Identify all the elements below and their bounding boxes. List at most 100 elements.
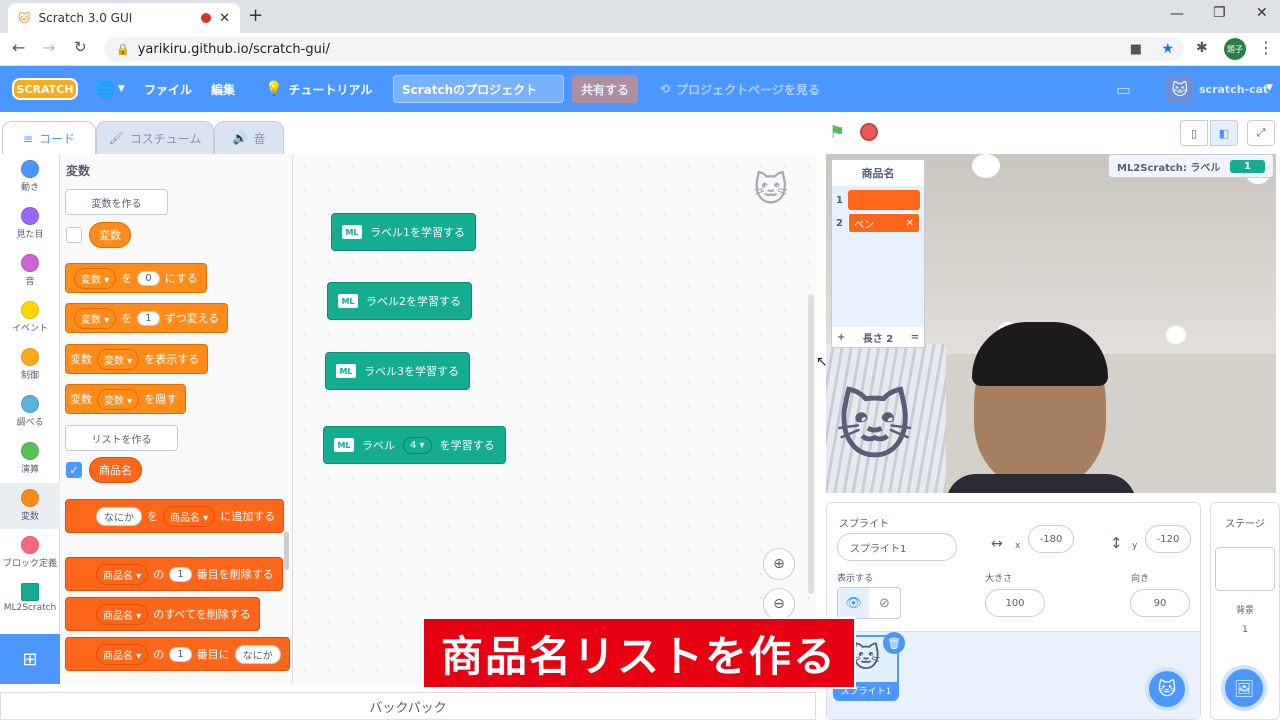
hide-sprite-eye-slash-icon[interactable]: ⊘ — [869, 588, 900, 618]
green-flag-icon[interactable]: ⚑ — [829, 122, 845, 143]
large-stage-button[interactable]: ◧ — [1210, 120, 1238, 146]
bookmark-star-icon[interactable]: ★ — [1161, 41, 1174, 57]
variable-reporter[interactable]: 変数 — [89, 222, 131, 248]
category-10[interactable]: ML2Scratch — [0, 577, 60, 623]
show-variable-block[interactable]: 変数 変数 ▾ を表示する — [65, 344, 209, 374]
maximize-icon[interactable]: ❐ — [1213, 5, 1226, 21]
insert-list-item-block[interactable]: 商品名 ▾ の 1 番目に なにか — [65, 637, 290, 671]
forward-icon[interactable]: → — [42, 38, 55, 57]
category-7[interactable]: 演算 — [0, 436, 60, 482]
add-backdrop-button[interactable]: 🖼 — [1221, 665, 1267, 711]
make-variable-button[interactable]: 変数を作る — [65, 189, 168, 215]
tab-costume[interactable]: 🖌 コスチューム — [96, 121, 214, 155]
delete-all-list-block[interactable]: 商品名 ▾ のすべてを削除する — [65, 597, 260, 631]
remove-item-icon[interactable]: ✕ — [906, 218, 914, 229]
language-menu[interactable]: 🌐 ▼ — [96, 66, 125, 112]
set-variable-block[interactable]: 変数 ▾ を 0 にする — [65, 263, 207, 293]
delete-list-dropdown[interactable]: 商品名 ▾ — [96, 563, 149, 585]
close-tab-icon[interactable]: ✕ — [219, 11, 230, 26]
label-monitor[interactable]: ML2Scratch: ラベル 1 — [1108, 154, 1274, 178]
username[interactable]: scratch-cat — [1199, 66, 1268, 112]
set-value-input[interactable]: 0 — [137, 270, 160, 286]
user-menu-chevron-down-icon[interactable]: ▼ — [1266, 83, 1273, 93]
hide-variable-dropdown[interactable]: 変数 ▾ — [97, 388, 140, 410]
add-extension-button[interactable]: ⊞ — [0, 634, 60, 684]
stage-thumbnail[interactable] — [1215, 547, 1275, 591]
tab-code[interactable]: ≡ コード — [2, 121, 96, 155]
learn-label-3-block[interactable]: ML ラベル3を学習する — [325, 352, 470, 390]
stop-icon[interactable] — [860, 123, 878, 141]
profile-avatar[interactable]: 題子 — [1224, 38, 1246, 60]
add-sprite-button[interactable]: 🐱 — [1145, 667, 1189, 711]
edit-menu[interactable]: 編集 — [211, 66, 235, 112]
share-button[interactable]: 共有する — [572, 75, 638, 103]
minimize-icon[interactable]: — — [1170, 6, 1184, 22]
user-avatar[interactable]: 🐱 — [1166, 75, 1194, 103]
camera-icon[interactable]: ■ — [1130, 42, 1142, 57]
y-input[interactable]: -120 — [1145, 525, 1191, 553]
category-5[interactable]: 制御 — [0, 342, 60, 388]
show-variable-dropdown[interactable]: 変数 ▾ — [97, 348, 140, 370]
extensions-icon[interactable]: ✱ — [1196, 40, 1208, 56]
add-to-list-block[interactable]: なにか を 商品名 ▾ に追加する — [65, 499, 285, 533]
scratch-logo[interactable]: SCRATCH — [12, 78, 78, 100]
browser-menu-icon[interactable]: ⋮ — [1258, 38, 1274, 57]
set-variable-dropdown[interactable]: 変数 ▾ — [74, 267, 117, 289]
category-6[interactable]: 調べる — [0, 389, 60, 435]
list-add-button[interactable]: + — [837, 332, 845, 343]
category-3[interactable]: 音 — [0, 248, 60, 294]
list-monitor[interactable]: 商品名 1 2 ペン ✕ + 長さ 2 = — [831, 159, 925, 348]
delete-all-list-dropdown[interactable]: 商品名 ▾ — [96, 603, 149, 625]
list-item-editing[interactable]: ペン ✕ — [848, 213, 920, 233]
delete-list-item-block[interactable]: 商品名 ▾ の 1 番目を削除する — [65, 557, 283, 591]
my-stuff-folder-icon[interactable]: ▭ — [1116, 80, 1131, 99]
address-bar[interactable]: 🔒 yarikiru.github.io/scratch-gui/ ■ ★ — [104, 37, 1184, 61]
tab-sound[interactable]: 🔊 音 — [214, 121, 284, 155]
make-list-button[interactable]: リストを作る — [65, 425, 178, 451]
workspace-scrollbar[interactable] — [808, 294, 814, 594]
insert-item-input[interactable]: なにか — [234, 644, 281, 664]
insert-index-input[interactable]: 1 — [169, 646, 192, 662]
change-value-input[interactable]: 1 — [137, 310, 160, 326]
direction-input[interactable]: 90 — [1130, 589, 1190, 617]
back-icon[interactable]: ← — [12, 38, 25, 57]
backpack-header[interactable]: バックパック — [0, 692, 816, 720]
file-menu[interactable]: ファイル — [144, 66, 192, 112]
stage-selector[interactable]: ステージ 背景 1 🖼 — [1210, 502, 1280, 720]
show-sprite-eye-icon[interactable]: 👁 — [838, 588, 869, 618]
size-input[interactable]: 100 — [985, 589, 1045, 617]
list-reporter[interactable]: 商品名 — [89, 457, 142, 483]
list-checkbox[interactable]: ✓ — [66, 462, 82, 478]
label-number-dropdown[interactable]: 4 ▾ — [403, 436, 432, 454]
hide-variable-block[interactable]: 変数 変数 ▾ を隠す — [65, 384, 187, 414]
learn-label-4-block[interactable]: ML ラベル 4 ▾ を学習する — [323, 426, 506, 464]
x-input[interactable]: -180 — [1028, 525, 1074, 553]
close-window-icon[interactable]: ✕ — [1256, 5, 1268, 21]
insert-list-dropdown[interactable]: 商品名 ▾ — [96, 643, 149, 665]
variable-checkbox[interactable] — [66, 227, 82, 243]
tutorial-menu[interactable]: 💡 チュートリアル — [265, 66, 372, 112]
stage-canvas[interactable]: 🐱 商品名 1 2 ペン ✕ + 長さ 2 = ML2Scratch: ラベル — [826, 154, 1276, 493]
sprite-cat-icon[interactable]: 🐱 — [836, 384, 913, 470]
add-item-input[interactable]: なにか — [96, 506, 142, 526]
sprite-name-input[interactable]: スプライト1 — [837, 533, 957, 561]
delete-index-input[interactable]: 1 — [169, 566, 192, 582]
change-variable-dropdown[interactable]: 変数 ▾ — [74, 307, 117, 329]
change-variable-block[interactable]: 変数 ▾ を 1 ずつ変える — [65, 303, 229, 333]
learn-label-1-block[interactable]: ML ラベル1を学習する — [331, 213, 476, 251]
browser-tab[interactable]: 🐱 Scratch 3.0 GUI ✕ — [8, 3, 240, 33]
reload-icon[interactable]: ↻ — [74, 38, 87, 56]
new-tab-icon[interactable]: + — [248, 5, 263, 26]
small-stage-button[interactable]: ▯ — [1180, 120, 1208, 146]
see-project-page-button[interactable]: ⟲ プロジェクトページを見る — [660, 66, 820, 112]
learn-label-2-block[interactable]: ML ラベル2を学習する — [327, 282, 472, 320]
fullscreen-button[interactable]: ⤢ — [1247, 120, 1275, 146]
zoom-in-button[interactable]: ⊕ — [763, 548, 795, 580]
code-workspace[interactable]: 🐱 ML ラベル1を学習する ML ラベル2を学習する ML ラベル3を学習する… — [293, 154, 816, 684]
palette-scrollbar[interactable] — [284, 532, 289, 570]
delete-sprite-trash-icon[interactable]: 🗑 — [883, 632, 905, 654]
category-4[interactable]: イベント — [0, 295, 60, 341]
list-resize-handle[interactable]: = — [911, 332, 919, 343]
project-title-input[interactable]: Scratchのプロジェクト — [393, 75, 564, 103]
category-2[interactable]: 見た目 — [0, 201, 60, 247]
